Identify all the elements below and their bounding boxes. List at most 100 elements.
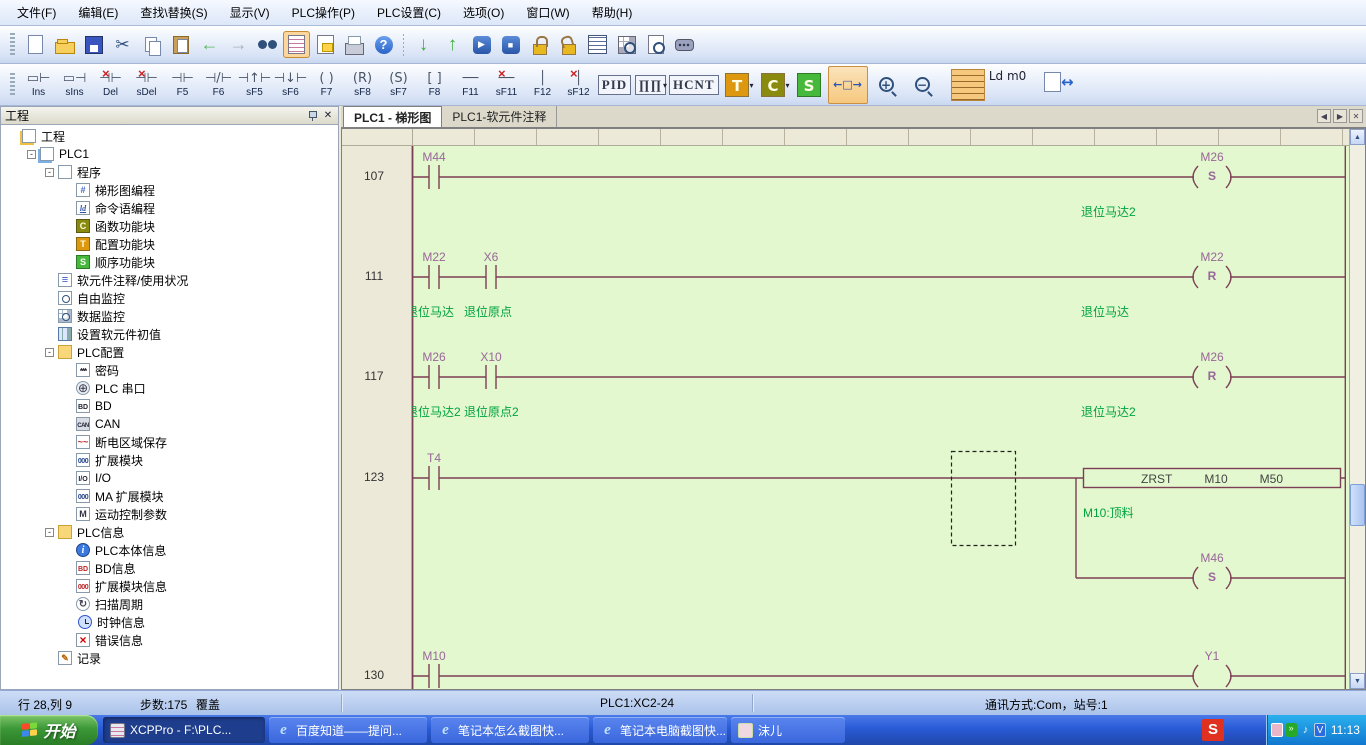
toolbar-icon[interactable] xyxy=(468,31,495,58)
taskbar-task[interactable]: 沫儿 xyxy=(731,717,845,743)
menu-item[interactable]: 显示(V) xyxy=(219,1,281,24)
tree-item[interactable]: PLC本体信息 xyxy=(3,541,336,559)
ladder-tool-button[interactable]: − xyxy=(905,66,940,104)
toolbar-grip[interactable] xyxy=(10,33,15,57)
dropdown-arrow-icon[interactable]: ▾ xyxy=(786,81,790,90)
menu-item[interactable]: 编辑(E) xyxy=(67,1,129,24)
toolbar-icon[interactable] xyxy=(312,31,339,58)
tree-item[interactable]: 工程 xyxy=(3,127,336,145)
tree-item[interactable]: 数据监控 xyxy=(3,307,336,325)
ladder-tool-button[interactable]: │ F12 xyxy=(525,66,560,104)
vertical-scrollbar[interactable]: ▲ ▼ xyxy=(1349,129,1365,689)
toolbar-icon[interactable] xyxy=(22,31,49,58)
ladder-tool-button[interactable]: × │ sF12 xyxy=(561,66,596,104)
menu-item[interactable]: 选项(O) xyxy=(452,1,515,24)
ladder-tool-button[interactable]: ⊣↓⊢ sF6 xyxy=(273,66,308,104)
taskbar-task[interactable]: 笔记本电脑截图快... xyxy=(593,717,727,743)
ladder-tool-button[interactable]: ▭⊢ Ins xyxy=(21,66,56,104)
contact-label[interactable]: M22 xyxy=(412,250,464,264)
taskbar-task[interactable]: 笔记本怎么截图快... xyxy=(431,717,589,743)
coil-label[interactable]: M46 xyxy=(1182,551,1242,565)
toolbar-icon[interactable] xyxy=(283,31,310,58)
tree-expander[interactable]: - xyxy=(45,528,54,537)
toolbar-icon[interactable] xyxy=(225,31,252,58)
tab-close-icon[interactable]: ✕ xyxy=(1349,109,1363,123)
editor-tab[interactable]: PLC1 - 梯形图 xyxy=(343,106,442,127)
toolbar-icon[interactable] xyxy=(439,31,466,58)
ladder-tool-button[interactable]: T ▾ xyxy=(720,66,755,104)
toolbar-icon[interactable] xyxy=(399,31,408,58)
menu-item[interactable]: 查找\替换(S) xyxy=(129,1,218,24)
ladder-tool-button[interactable]: Ld m0 xyxy=(941,66,1037,104)
tree-item[interactable]: BD信息 xyxy=(3,559,336,577)
pushpin-icon[interactable] xyxy=(307,110,318,121)
tree-item[interactable]: 自由监控 xyxy=(3,289,336,307)
tree-item[interactable]: CAN xyxy=(3,415,336,433)
toolbar-icon[interactable] xyxy=(671,31,698,58)
contact-label[interactable]: X6 xyxy=(461,250,521,264)
ladder-tool-button[interactable]: ▭⊣ sIns xyxy=(57,66,92,104)
tree-item[interactable]: MA 扩展模块 xyxy=(3,487,336,505)
menu-item[interactable]: PLC设置(C) xyxy=(366,1,452,24)
ladder-tool-button[interactable]: × ⊣⊢ sDel xyxy=(129,66,164,104)
tree-item[interactable]: 命令语编程 xyxy=(3,199,336,217)
tree-item[interactable]: 函数功能块 xyxy=(3,217,336,235)
tab-next-icon[interactable]: ▶ xyxy=(1333,109,1347,123)
toolbar-icon[interactable] xyxy=(109,31,136,58)
toolbar-icon[interactable] xyxy=(410,31,437,58)
toolbar-icon[interactable] xyxy=(642,31,669,58)
start-button[interactable]: 开始 xyxy=(0,715,98,745)
tree-item[interactable]: 记录 xyxy=(3,649,336,667)
tree-item[interactable]: 运动控制参数 xyxy=(3,505,336,523)
tree-item[interactable]: 密码 xyxy=(3,361,336,379)
tree-expander[interactable]: - xyxy=(27,150,36,159)
tree-item[interactable]: - PLC信息 xyxy=(3,523,336,541)
tree-item[interactable]: 顺序功能块 xyxy=(3,253,336,271)
contact-label[interactable]: M44 xyxy=(412,150,464,164)
tree-item[interactable]: PLC 串口 xyxy=(3,379,336,397)
ladder-diagram[interactable]: M44 M26 S 退位马达2 M22 X6 M22 R 退位马达 退位原点 退… xyxy=(412,146,1349,689)
menu-item[interactable]: 窗口(W) xyxy=(515,1,580,24)
tree-item[interactable]: - 程序 xyxy=(3,163,336,181)
coil-label[interactable]: Y1 xyxy=(1182,649,1242,663)
toolbar-icon[interactable] xyxy=(370,31,397,58)
coil-label[interactable]: M26 xyxy=(1182,350,1242,364)
edit-cursor[interactable] xyxy=(952,452,1016,546)
menu-item[interactable]: PLC操作(P) xyxy=(281,1,366,24)
ladder-tool-button[interactable]: × ── sF11 xyxy=(489,66,524,104)
tree-item[interactable]: 扫描周期 xyxy=(3,595,336,613)
tree-item[interactable]: I/O xyxy=(3,469,336,487)
tray-thunder-icon[interactable] xyxy=(1314,723,1326,737)
tree-item[interactable]: BD xyxy=(3,397,336,415)
tree-item[interactable]: 配置功能块 xyxy=(3,235,336,253)
tree-item[interactable]: 断电区域保存 xyxy=(3,433,336,451)
ladder-tool-button[interactable]: (R) sF8 xyxy=(345,66,380,104)
ladder-tool-button[interactable]: ⊣↑⊢ sF5 xyxy=(237,66,272,104)
tree-expander[interactable]: - xyxy=(45,168,54,177)
menu-item[interactable]: 帮助(H) xyxy=(581,1,644,24)
sogou-input-icon[interactable]: S xyxy=(1202,719,1224,741)
toolbar-icon[interactable] xyxy=(51,31,78,58)
toolbar-icon[interactable] xyxy=(138,31,165,58)
dropdown-arrow-icon[interactable]: ▾ xyxy=(750,81,754,90)
ladder-tool-button[interactable]: ⊣/⊢ F6 xyxy=(201,66,236,104)
toolbar-icon[interactable] xyxy=(341,31,368,58)
ladder-tool-button[interactable]: ∏∏ ▾ xyxy=(633,66,668,104)
tree-item[interactable]: 时钟信息 xyxy=(3,613,336,631)
contact-label[interactable]: X10 xyxy=(461,350,521,364)
ladder-tool-button[interactable]: × ⊣⊢ Del xyxy=(93,66,128,104)
tree-item[interactable]: 扩展模块信息 xyxy=(3,577,336,595)
tree-item[interactable]: - PLC配置 xyxy=(3,343,336,361)
toolbar-icon[interactable] xyxy=(167,31,194,58)
ladder-tool-button[interactable]: ── F11 xyxy=(453,66,488,104)
toolbar-icon[interactable] xyxy=(80,31,107,58)
tree-expander[interactable]: - xyxy=(45,348,54,357)
ladder-tool-button[interactable]: ( ) F7 xyxy=(309,66,344,104)
contact-label[interactable]: M26 xyxy=(412,350,464,364)
toolbar-grip[interactable] xyxy=(10,73,15,97)
tree-item[interactable]: 扩展模块 xyxy=(3,451,336,469)
ladder-tool-button[interactable]: C ▾ xyxy=(756,66,791,104)
coil-label[interactable]: M22 xyxy=(1182,250,1242,264)
editor-tab[interactable]: PLC1-软元件注释 xyxy=(442,106,557,127)
dropdown-arrow-icon[interactable]: ▾ xyxy=(663,81,667,90)
